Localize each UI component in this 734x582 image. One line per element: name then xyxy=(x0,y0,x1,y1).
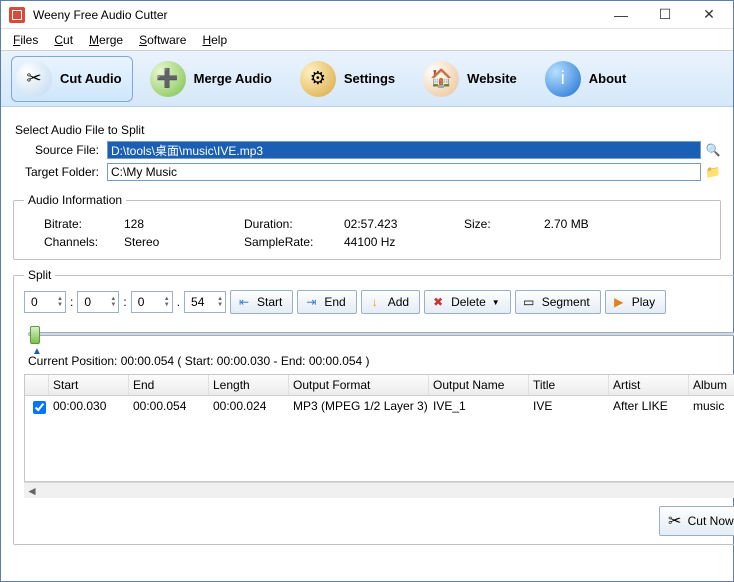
minimize-button[interactable]: — xyxy=(599,1,643,29)
window-title: Weeny Free Audio Cutter xyxy=(31,8,599,22)
hours-spinner[interactable]: 0▲▼ xyxy=(24,291,66,313)
menu-merge[interactable]: Merge xyxy=(81,31,131,49)
toolbar-about[interactable]: i About xyxy=(540,56,638,102)
minutes-spinner[interactable]: 0▲▼ xyxy=(77,291,119,313)
toolbar-about-label: About xyxy=(589,71,627,86)
segments-grid: Start End Length Output Format Output Na… xyxy=(24,374,734,482)
delete-button[interactable]: ✖Delete▼ xyxy=(424,290,511,314)
toolbar-cut-label: Cut Audio xyxy=(60,71,122,86)
slider-thumb[interactable] xyxy=(30,326,40,344)
end-marker-icon: ⇥ xyxy=(304,295,318,309)
seconds-spinner[interactable]: 0▲▼ xyxy=(131,291,173,313)
browse-target-icon[interactable]: 📁 xyxy=(705,164,721,180)
titlebar: Weeny Free Audio Cutter — ☐ ✕ xyxy=(1,1,733,29)
cut-now-button[interactable]: ✂ Cut Now! xyxy=(659,506,734,536)
split-fieldset: Split 0▲▼: 0▲▼: 0▲▼. 54▲▼ ⇤Start ⇥End ↓A… xyxy=(13,268,734,545)
audio-info-fieldset: Audio Information Bitrate: 128 Duration:… xyxy=(13,193,721,260)
info-icon: i xyxy=(545,61,581,97)
samplerate-label: SampleRate: xyxy=(244,235,344,249)
menu-cut[interactable]: Cut xyxy=(46,31,81,49)
play-button[interactable]: ▶Play xyxy=(605,290,666,314)
segment-icon: ▭ xyxy=(522,295,536,309)
select-file-label: Select Audio File to Split xyxy=(15,123,719,137)
file-fieldset: Select Audio File to Split Source File: … xyxy=(13,117,721,185)
slider-marker-icon: ▲ xyxy=(32,346,42,357)
current-position-label: Current Position: 00:00.054 ( Start: 00:… xyxy=(24,352,734,374)
merge-icon: ➕ xyxy=(150,61,186,97)
split-legend: Split xyxy=(24,268,55,282)
gear-icon: ⚙ xyxy=(300,61,336,97)
size-value: 2.70 MB xyxy=(544,217,624,231)
col-album[interactable]: Album xyxy=(689,375,734,395)
add-button[interactable]: ↓Add xyxy=(361,290,420,314)
table-row[interactable]: 00:00.030 00:00.054 00:00.024 MP3 (MPEG … xyxy=(25,396,734,420)
app-icon xyxy=(9,7,25,23)
col-title[interactable]: Title xyxy=(529,375,609,395)
close-button[interactable]: ✕ xyxy=(687,1,731,29)
toolbar-settings[interactable]: ⚙ Settings xyxy=(295,56,406,102)
samplerate-value: 44100 Hz xyxy=(344,235,464,249)
menu-software[interactable]: Software xyxy=(131,31,194,49)
audio-info-legend: Audio Information xyxy=(24,193,126,207)
play-icon: ▶ xyxy=(612,295,626,309)
delete-icon: ✖ xyxy=(431,295,445,309)
toolbar-merge-audio[interactable]: ➕ Merge Audio xyxy=(145,56,283,102)
grid-header: Start End Length Output Format Output Na… xyxy=(25,375,734,396)
source-file-input[interactable] xyxy=(107,141,701,159)
end-button[interactable]: ⇥End xyxy=(297,290,356,314)
duration-label: Duration: xyxy=(244,217,344,231)
position-slider[interactable]: ▲ xyxy=(28,324,734,348)
row-checkbox[interactable] xyxy=(33,401,46,414)
horizontal-scrollbar[interactable]: ◄► xyxy=(24,482,734,498)
start-marker-icon: ⇤ xyxy=(237,295,251,309)
menubar: Files Cut Merge Software Help xyxy=(1,29,733,51)
start-button[interactable]: ⇤Start xyxy=(230,290,293,314)
duration-value: 02:57.423 xyxy=(344,217,464,231)
toolbar-settings-label: Settings xyxy=(344,71,395,86)
bitrate-value: 128 xyxy=(124,217,244,231)
bitrate-label: Bitrate: xyxy=(44,217,124,231)
col-format[interactable]: Output Format xyxy=(289,375,429,395)
source-file-label: Source File: xyxy=(13,143,103,157)
toolbar: ✂ Cut Audio ➕ Merge Audio ⚙ Settings 🏠 W… xyxy=(1,51,733,107)
menu-files[interactable]: Files xyxy=(5,31,46,49)
browse-source-icon[interactable]: 🔍 xyxy=(705,142,721,158)
toolbar-website[interactable]: 🏠 Website xyxy=(418,56,528,102)
toolbar-merge-label: Merge Audio xyxy=(194,71,272,86)
scissors-icon: ✂ xyxy=(668,511,682,531)
segment-button[interactable]: ▭Segment xyxy=(515,290,601,314)
target-folder-label: Target Folder: xyxy=(13,165,103,179)
toolbar-cut-audio[interactable]: ✂ Cut Audio xyxy=(11,56,133,102)
ms-spinner[interactable]: 54▲▼ xyxy=(184,291,226,313)
col-start[interactable]: Start xyxy=(49,375,129,395)
col-name[interactable]: Output Name xyxy=(429,375,529,395)
target-folder-input[interactable] xyxy=(107,163,701,181)
home-icon: 🏠 xyxy=(423,61,459,97)
maximize-button[interactable]: ☐ xyxy=(643,1,687,29)
toolbar-website-label: Website xyxy=(467,71,517,86)
col-end[interactable]: End xyxy=(129,375,209,395)
channels-value: Stereo xyxy=(124,235,244,249)
menu-help[interactable]: Help xyxy=(194,31,235,49)
down-arrow-icon: ↓ xyxy=(368,295,382,309)
col-length[interactable]: Length xyxy=(209,375,289,395)
size-label: Size: xyxy=(464,217,544,231)
col-artist[interactable]: Artist xyxy=(609,375,689,395)
cut-now-label: Cut Now! xyxy=(688,514,734,528)
channels-label: Channels: xyxy=(44,235,124,249)
scissors-icon: ✂ xyxy=(16,61,52,97)
